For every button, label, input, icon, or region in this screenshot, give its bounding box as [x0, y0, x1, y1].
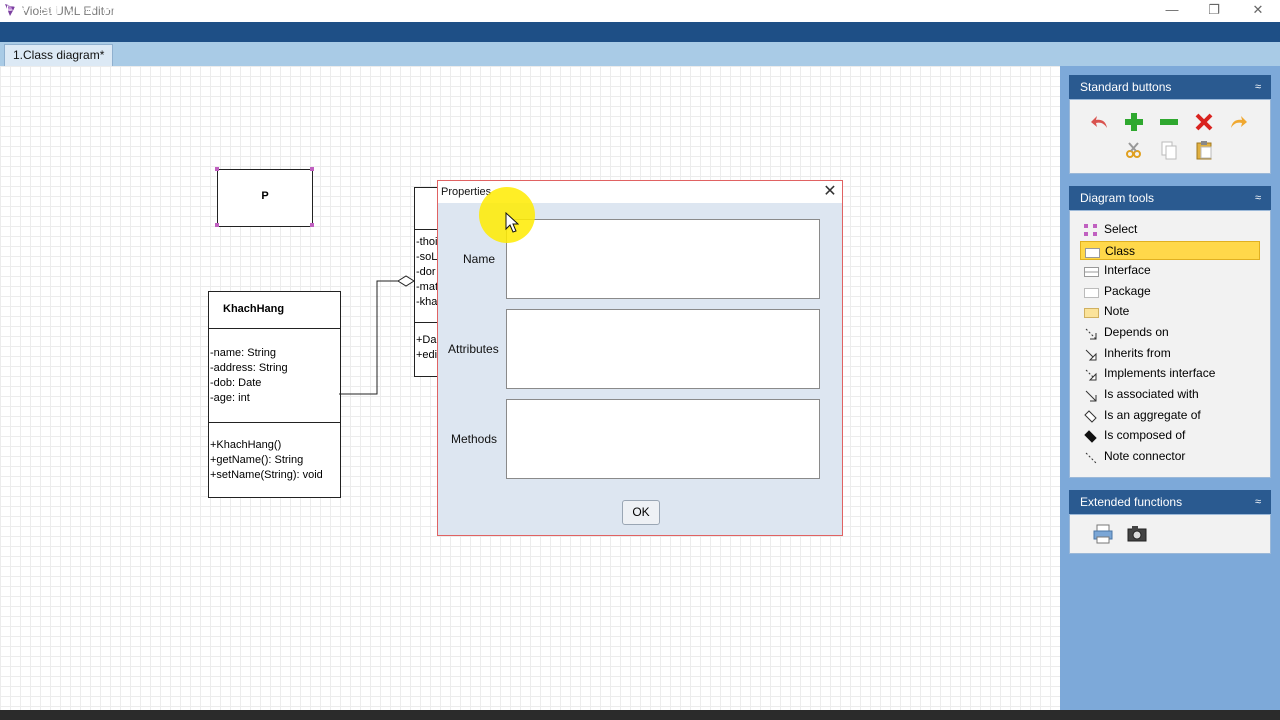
class-divider: [208, 422, 341, 423]
menu-edit[interactable]: Edit: [38, 3, 59, 17]
tab-strip: [0, 42, 1280, 67]
aggregation-edge[interactable]: [338, 270, 418, 400]
methods-field[interactable]: [506, 399, 820, 479]
aggregation-icon: [1084, 410, 1098, 423]
tab-class-diagram[interactable]: 1.Class diagram*: [4, 44, 114, 66]
methods-label: Methods: [451, 432, 498, 446]
selection-handle[interactable]: [215, 167, 219, 171]
bottom-bar: [0, 710, 1280, 720]
note-icon: [1084, 306, 1099, 318]
name-field[interactable]: [506, 219, 820, 299]
remove-icon[interactable]: [1158, 111, 1180, 133]
tool-is-composed-of[interactable]: Is composed of: [1080, 426, 1260, 445]
class-attribute: -kha: [416, 296, 438, 308]
class-divider: [208, 328, 341, 329]
inheritance-icon: [1084, 348, 1098, 361]
implements-icon: [1084, 368, 1098, 381]
tool-class[interactable]: Class: [1080, 241, 1260, 260]
tool-depends-on[interactable]: Depends on: [1080, 323, 1260, 342]
title-bar: [0, 0, 1280, 22]
class-method: +Da: [416, 334, 437, 346]
association-icon: [1084, 389, 1098, 402]
extended-functions-title: Extended functions: [1080, 495, 1183, 509]
menu-help[interactable]: Help: [104, 3, 129, 17]
tool-package[interactable]: Package: [1080, 282, 1260, 301]
undo-icon[interactable]: [1089, 111, 1111, 133]
class-name-p: P: [261, 190, 269, 202]
paste-icon[interactable]: [1193, 139, 1215, 161]
class-name-khachhang: KhachHang: [223, 303, 285, 315]
selection-handle[interactable]: [310, 167, 314, 171]
delete-icon[interactable]: [1193, 111, 1215, 133]
tool-is-an-aggregate-of[interactable]: Is an aggregate of: [1080, 406, 1260, 425]
collapse-icon[interactable]: ≈: [1255, 490, 1261, 514]
tool-note[interactable]: Note: [1080, 302, 1260, 321]
class-attribute: -address: String: [210, 362, 288, 374]
class-attribute: -dor: [416, 266, 436, 278]
interface-icon: [1084, 265, 1099, 277]
selection-handle[interactable]: [215, 223, 219, 227]
tool-select[interactable]: Select: [1080, 220, 1260, 239]
redo-icon[interactable]: [1227, 111, 1249, 133]
class-attribute: -age: int: [210, 392, 250, 404]
class-attribute: -thoi: [416, 236, 438, 248]
package-icon: [1084, 286, 1099, 298]
extended-functions-header[interactable]: Extended functions ≈: [1069, 490, 1271, 514]
class-icon: [1085, 246, 1100, 258]
tool-inherits-from[interactable]: Inherits from: [1080, 344, 1260, 363]
menu-bar: [0, 22, 1280, 42]
dialog-title: Properties: [441, 186, 492, 198]
mouse-pointer-icon: [505, 212, 519, 233]
window-close-button[interactable]: ✕: [1236, 0, 1280, 22]
collapse-icon[interactable]: ≈: [1255, 186, 1261, 210]
selection-handle[interactable]: [310, 223, 314, 227]
class-attribute: -mat: [416, 281, 438, 293]
dependency-icon: [1084, 327, 1098, 340]
attributes-label: Attributes: [448, 342, 499, 356]
diagram-tools-title: Diagram tools: [1080, 191, 1155, 205]
class-attribute: -soL: [416, 251, 438, 263]
standard-buttons-title: Standard buttons: [1080, 80, 1172, 94]
tool-implements-interface[interactable]: Implements interface: [1080, 364, 1260, 383]
menu-view[interactable]: View: [68, 3, 94, 17]
name-label: Name: [463, 252, 496, 266]
tool-interface[interactable]: Interface: [1080, 261, 1260, 280]
note-connector-icon: [1084, 451, 1098, 464]
class-method: +edi: [416, 349, 438, 361]
select-icon: [1084, 224, 1098, 236]
minimize-button[interactable]: —: [1150, 0, 1194, 22]
copy-icon[interactable]: [1158, 139, 1180, 161]
class-method: +getName(): String: [210, 454, 304, 466]
collapse-icon[interactable]: ≈: [1255, 75, 1261, 99]
class-divider: [414, 229, 438, 230]
ok-button[interactable]: OK: [622, 500, 660, 525]
camera-icon[interactable]: [1126, 523, 1148, 545]
attributes-field[interactable]: [506, 309, 820, 389]
class-attribute: -name: String: [210, 347, 277, 359]
cut-icon[interactable]: [1123, 139, 1145, 161]
class-method: +KhachHang(): [210, 439, 282, 451]
maximize-button[interactable]: ❐: [1192, 0, 1236, 22]
tool-note-connector[interactable]: Note connector: [1080, 447, 1260, 466]
menu-file[interactable]: File: [6, 3, 25, 17]
standard-buttons-header[interactable]: Standard buttons ≈: [1069, 75, 1271, 99]
add-icon[interactable]: [1123, 111, 1145, 133]
class-method: +setName(String): void: [210, 469, 323, 481]
dialog-close-button[interactable]: ✕: [820, 182, 840, 202]
print-icon[interactable]: [1092, 523, 1114, 545]
composition-icon: [1084, 430, 1098, 443]
diagram-tools-header[interactable]: Diagram tools ≈: [1069, 186, 1271, 210]
tool-is-associated-with[interactable]: Is associated with: [1080, 385, 1260, 404]
class-attribute: -dob: Date: [210, 377, 262, 389]
